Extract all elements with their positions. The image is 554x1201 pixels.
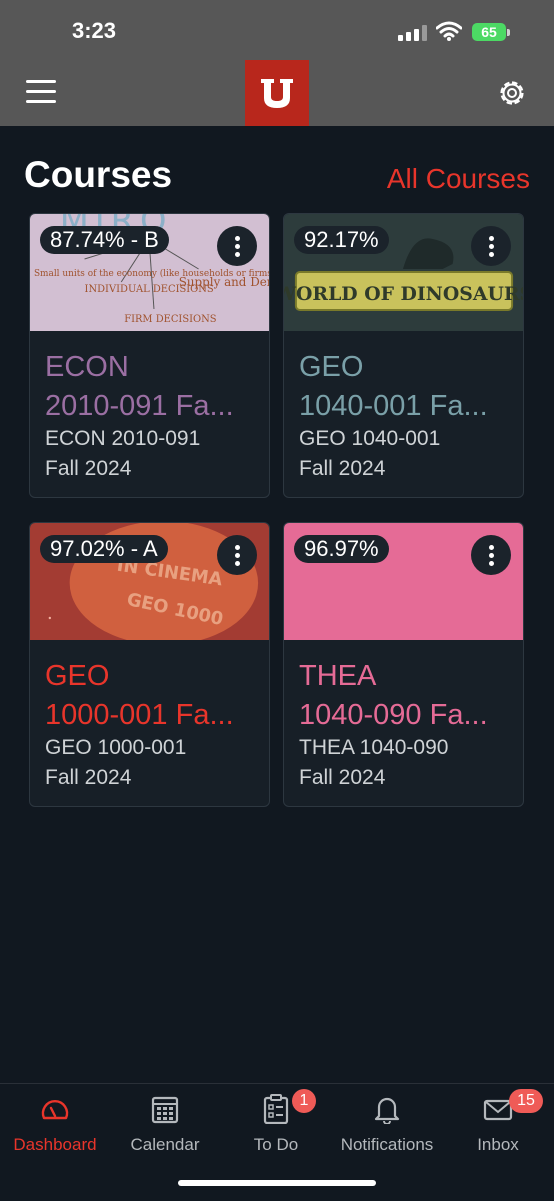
page-title: Courses — [24, 154, 173, 195]
tab-notifications[interactable]: Notifications — [332, 1084, 442, 1164]
course-card-thea[interactable]: 96.97% THEA 1040-090 Fa... THEA 1040-090… — [283, 522, 524, 807]
todo-icon — [263, 1094, 289, 1124]
tab-label: Dashboard — [13, 1135, 97, 1154]
course-card-econ[interactable]: MIRO Small units of the economy (like ho… — [29, 213, 270, 498]
svg-text:Supply and Demand: Supply and Demand — [179, 275, 269, 289]
course-card-geo-1040[interactable]: WORLD OF DINOSAURS 92.17% GEO 1040-001 F… — [283, 213, 524, 498]
course-name: ECON 2010-091 Fa... — [45, 351, 234, 422]
menu-icon[interactable] — [26, 80, 56, 104]
tab-dashboard[interactable]: Dashboard — [0, 1084, 110, 1164]
battery-level: 65 — [481, 24, 497, 40]
more-options-icon[interactable] — [471, 226, 511, 266]
gear-icon[interactable] — [496, 77, 528, 109]
grade-badge: 87.74% - B — [40, 226, 169, 254]
course-term: Fall 2024 — [45, 766, 132, 789]
bell-icon — [374, 1097, 400, 1124]
course-term: Fall 2024 — [299, 766, 386, 789]
university-logo — [245, 60, 309, 126]
tab-label: Inbox — [477, 1135, 519, 1154]
wifi-icon — [436, 21, 462, 41]
grade-badge: 97.02% - A — [40, 535, 168, 563]
more-options-icon[interactable] — [217, 226, 257, 266]
tab-todo[interactable]: To Do 1 — [221, 1084, 331, 1164]
tab-label: Notifications — [340, 1135, 434, 1154]
course-code: THEA 1040-090 — [299, 736, 449, 759]
tab-calendar[interactable]: Calendar — [110, 1084, 220, 1164]
course-name: GEO 1040-001 Fa... — [299, 351, 488, 422]
svg-text:FIRM DECISIONS: FIRM DECISIONS — [124, 314, 217, 325]
tab-label: Calendar — [130, 1135, 200, 1154]
course-code: ECON 2010-091 — [45, 427, 201, 450]
tab-inbox[interactable]: Inbox 15 — [443, 1084, 553, 1164]
svg-text:WORLD OF DINOSAURS: WORLD OF DINOSAURS — [284, 283, 523, 305]
status-bar: 3:23 65 — [0, 0, 554, 60]
home-indicator — [178, 1180, 376, 1186]
course-name: GEO 1000-001 Fa... — [45, 660, 234, 731]
tab-label: To Do — [253, 1135, 299, 1154]
grade-badge: 92.17% — [294, 226, 389, 254]
dashboard-icon — [41, 1100, 69, 1120]
battery-icon: 65 — [472, 23, 506, 41]
cellular-signal-icon — [398, 25, 428, 41]
todo-count-badge: 1 — [292, 1089, 316, 1113]
course-term: Fall 2024 — [45, 457, 132, 480]
course-code: GEO 1040-001 — [299, 427, 441, 450]
course-card-geo-1000[interactable]: IN CINEMA GEO 1000 97.02% - A GEO 1000-0… — [29, 522, 270, 807]
inbox-count-badge: 15 — [509, 1089, 543, 1113]
nav-bar — [0, 60, 554, 126]
status-time: 3:23 — [72, 18, 117, 43]
all-courses-link[interactable]: All Courses — [387, 163, 530, 195]
u-logo-icon — [261, 79, 293, 108]
battery-tip — [507, 29, 510, 36]
calendar-icon — [151, 1096, 179, 1124]
more-options-icon[interactable] — [217, 535, 257, 575]
grade-badge: 96.97% — [294, 535, 389, 563]
more-options-icon[interactable] — [471, 535, 511, 575]
course-term: Fall 2024 — [299, 457, 386, 480]
course-code: GEO 1000-001 — [45, 736, 187, 759]
course-name: THEA 1040-090 Fa... — [299, 660, 488, 731]
